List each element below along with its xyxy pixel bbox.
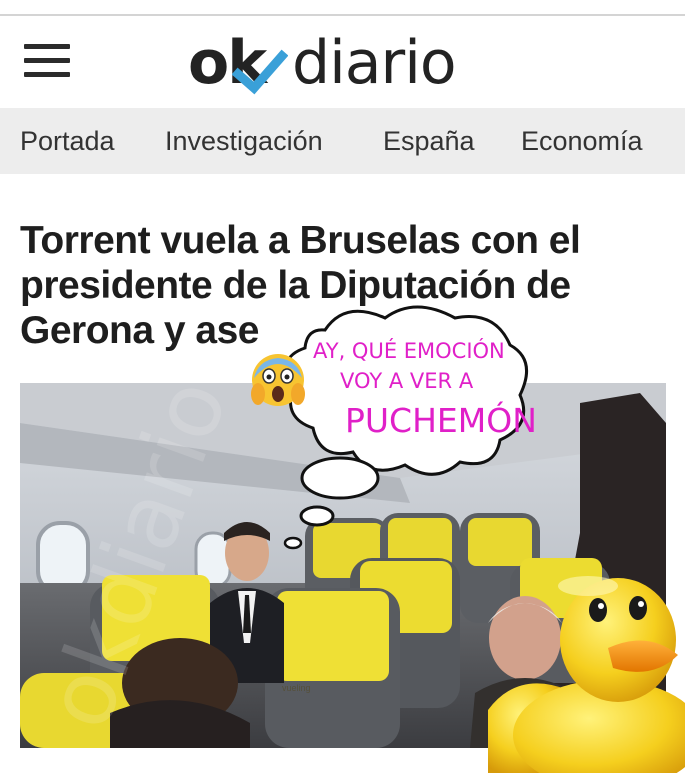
headrest-label: vueling	[282, 683, 311, 693]
section-nav: Portada Investigación España Economía	[0, 108, 685, 174]
logo-diario-text: diario	[292, 28, 457, 98]
scream-emoji-icon	[251, 354, 305, 406]
rubber-duck-sticker	[488, 576, 685, 773]
nav-item-investigacion[interactable]: Investigación	[165, 126, 323, 157]
nav-item-economia[interactable]: Economía	[521, 126, 643, 157]
bubble-text-line-3: PUCHEMÓN	[345, 400, 535, 440]
site-logo[interactable]: ok diario	[188, 30, 508, 100]
site-header: ok diario	[0, 16, 685, 108]
bubble-text-line-1: AY, QUÉ EMOCIÓN	[313, 338, 505, 363]
headline-line-3: Gerona y ase	[20, 309, 259, 352]
headline-line-1: Torrent vuela a Bruselas con el	[20, 219, 581, 262]
thought-bubble: AY, QUÉ EMOCIÓN VOY A VER A PUCHEMÓN	[283, 305, 535, 550]
nav-item-espana[interactable]: España	[383, 126, 475, 157]
hamburger-menu-icon[interactable]	[24, 42, 72, 82]
bubble-text-line-2: VOY A VER A	[340, 369, 474, 393]
nav-item-portada[interactable]: Portada	[20, 126, 115, 157]
logo-checkmark-icon	[232, 49, 288, 95]
